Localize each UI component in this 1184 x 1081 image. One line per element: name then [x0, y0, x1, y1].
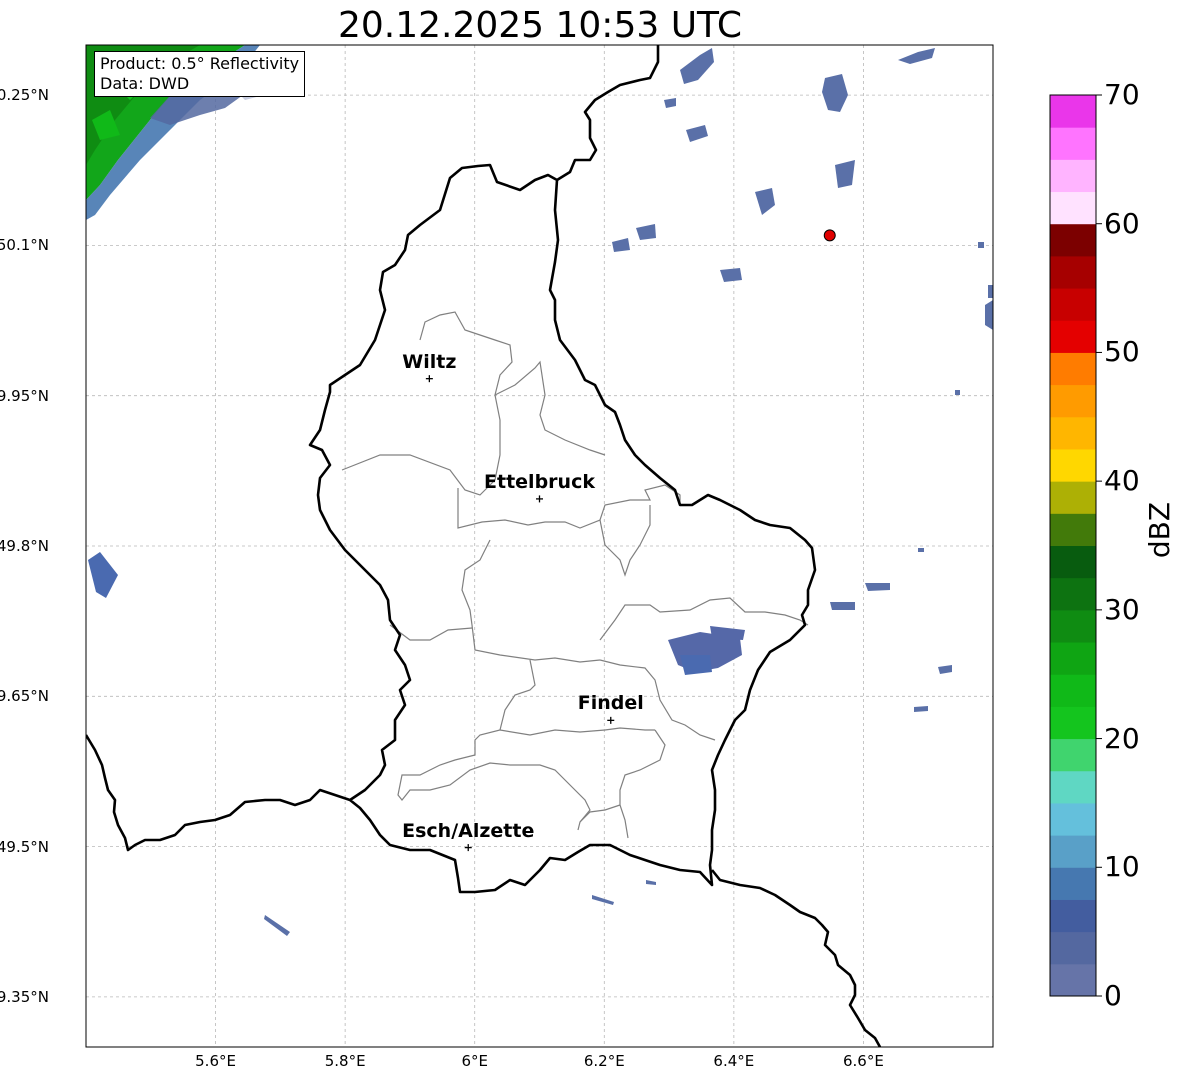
lat-tick-label: 49.95°N [0, 386, 49, 405]
colorbar-segment [1050, 835, 1096, 868]
colorbar-tick-label: 20 [1104, 721, 1140, 755]
colorbar-tick-label: 70 [1104, 78, 1140, 111]
lon-tick-label: 5.6°E [195, 1052, 236, 1070]
lon-tick-label: 6.2°E [583, 1052, 625, 1070]
radar-map [85, 44, 1102, 1048]
colorbar-tick-label: 30 [1104, 592, 1140, 626]
colorbar-segment [1050, 352, 1096, 386]
lat-tick-label: 50.25°N [0, 86, 49, 105]
colorbar-tick-label: 50 [1104, 335, 1140, 369]
city-label: Wiltz [402, 350, 457, 373]
colorbar-segment [1050, 706, 1096, 740]
colorbar-tick-label: 40 [1104, 464, 1140, 498]
city-label: Ettelbruck [484, 470, 595, 493]
colorbar-segment [1050, 95, 1096, 128]
colorbar-tick-label: 0 [1104, 979, 1122, 1012]
colorbar-segment [1050, 545, 1096, 579]
lon-tick-label: 6.6°E [843, 1052, 884, 1070]
colorbar-segment [1050, 127, 1096, 160]
city-label: Findel [577, 692, 644, 715]
colorbar-segment [1050, 738, 1096, 772]
colorbar-segment [1050, 963, 1096, 997]
colorbar-segment [1050, 223, 1096, 257]
colorbar-tick-label: 10 [1104, 850, 1140, 884]
lon-tick-label: 6°E [461, 1052, 488, 1070]
lon-tick-label: 5.8°E [324, 1052, 366, 1070]
colorbar-segment [1050, 577, 1096, 611]
lat-tick-label: 49.35°N [0, 987, 49, 1006]
colorbar-segment [1050, 642, 1096, 675]
colorbar-segment [1050, 416, 1096, 450]
colorbar-segment [1050, 159, 1096, 193]
city-label: Esch/Alzette [402, 819, 535, 842]
lat-tick-label: 49.5°N [0, 837, 49, 856]
colorbar-segment [1050, 255, 1096, 289]
colorbar-segment [1050, 674, 1096, 707]
colorbar-segment [1050, 867, 1096, 900]
colorbar-segment [1050, 513, 1096, 546]
colorbar-segment [1050, 384, 1096, 418]
colorbar-ticks [1096, 94, 1102, 997]
colorbar [1050, 95, 1096, 997]
colorbar-segment [1050, 191, 1096, 225]
colorbar-tick-label: 60 [1104, 206, 1140, 240]
colorbar-unit-label: dBZ [1143, 501, 1176, 559]
colorbar-segment [1050, 931, 1096, 965]
lon-tick-label: 6.4°E [713, 1052, 755, 1070]
lat-tick-label: 49.8°N [0, 537, 49, 555]
colorbar-segment [1050, 609, 1096, 643]
colorbar-segment [1050, 320, 1096, 353]
data-source-label: Data: DWD [100, 74, 190, 93]
colorbar-segment [1050, 770, 1096, 804]
colorbar-segment [1050, 448, 1096, 482]
lat-tick-label: 49.65°N [0, 687, 49, 706]
radar-site-marker [823, 229, 836, 242]
colorbar-segment [1050, 288, 1096, 321]
product-label: Product: 0.5° Reflectivity [100, 54, 300, 73]
info-box: Product: 0.5° Reflectivity Data: DWD [94, 51, 306, 97]
colorbar-segment [1050, 899, 1096, 933]
colorbar-segment [1050, 802, 1096, 836]
colorbar-segment [1050, 481, 1096, 514]
lat-tick-label: 50.1°N [0, 236, 49, 255]
